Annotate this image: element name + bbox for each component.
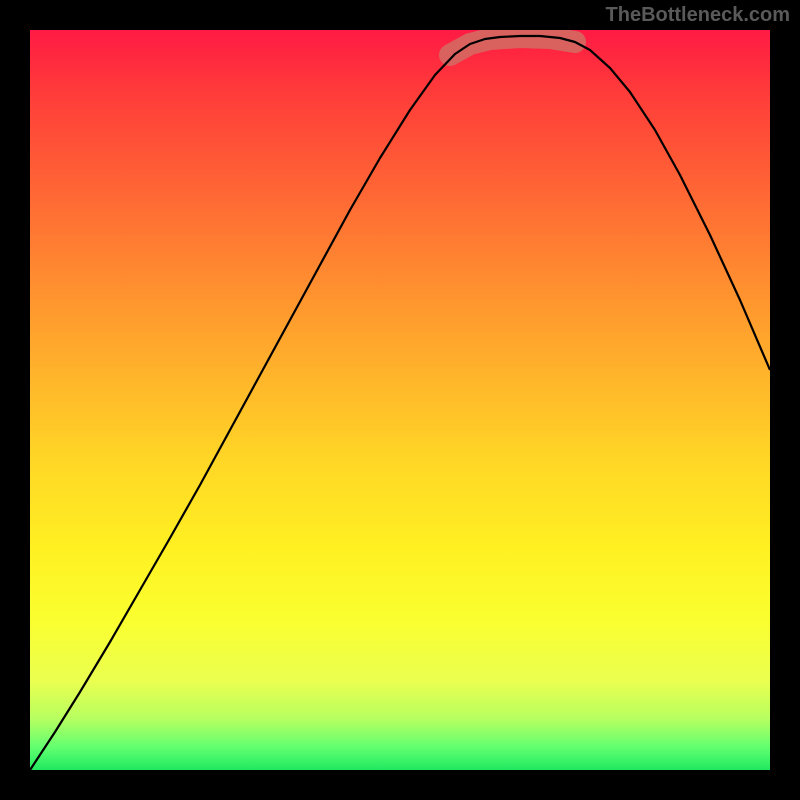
watermark-text: TheBottleneck.com [606,4,790,27]
chart-svg [30,30,770,770]
chart-plot-area [30,30,770,770]
bottleneck-curve [30,36,770,770]
